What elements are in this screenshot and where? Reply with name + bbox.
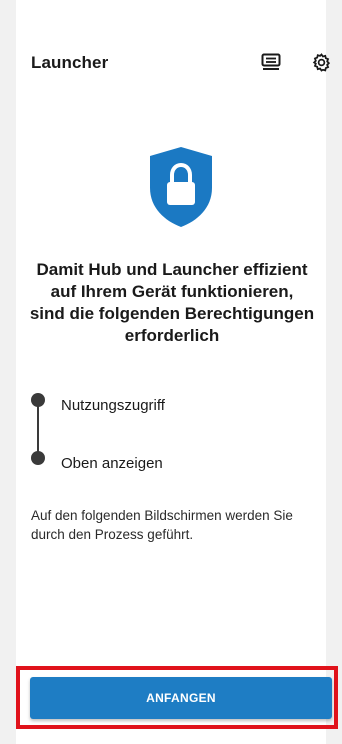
shield-lock-icon xyxy=(148,146,214,228)
permission-headline: Damit Hub und Launcher effizient auf Ihr… xyxy=(26,259,318,347)
gear-icon[interactable] xyxy=(310,51,332,73)
app-screen: Launcher Damit Hub und Launcher effizien… xyxy=(16,0,330,744)
headline-line: Damit Hub und Launcher effizient xyxy=(36,260,308,279)
right-frame xyxy=(326,0,342,744)
step-dot xyxy=(31,451,45,465)
permission-steps: Nutzungszugriff Oben anzeigen xyxy=(31,390,311,472)
left-frame xyxy=(0,0,16,744)
step-display-over-label: Oben anzeigen xyxy=(61,455,163,472)
news-feed-icon[interactable] xyxy=(260,51,282,73)
start-button[interactable]: ANFANGEN xyxy=(30,677,332,719)
headline-line: sind die folgenden Berechtigungen xyxy=(29,304,315,323)
step-connector-line xyxy=(37,400,39,458)
step-usage-access-label: Nutzungszugriff xyxy=(61,397,165,414)
info-line: durch den Prozess geführt. xyxy=(31,527,194,542)
headline-line: erforderlich xyxy=(124,326,220,345)
app-title: Launcher xyxy=(31,53,109,72)
info-text: Auf den folgenden Bildschirmen werden Si… xyxy=(31,506,331,544)
info-line: Auf den folgenden Bildschirmen werden Si… xyxy=(31,508,293,523)
step-dot xyxy=(31,393,45,407)
headline-line: auf Ihrem Gerät funktionieren, xyxy=(50,282,294,301)
